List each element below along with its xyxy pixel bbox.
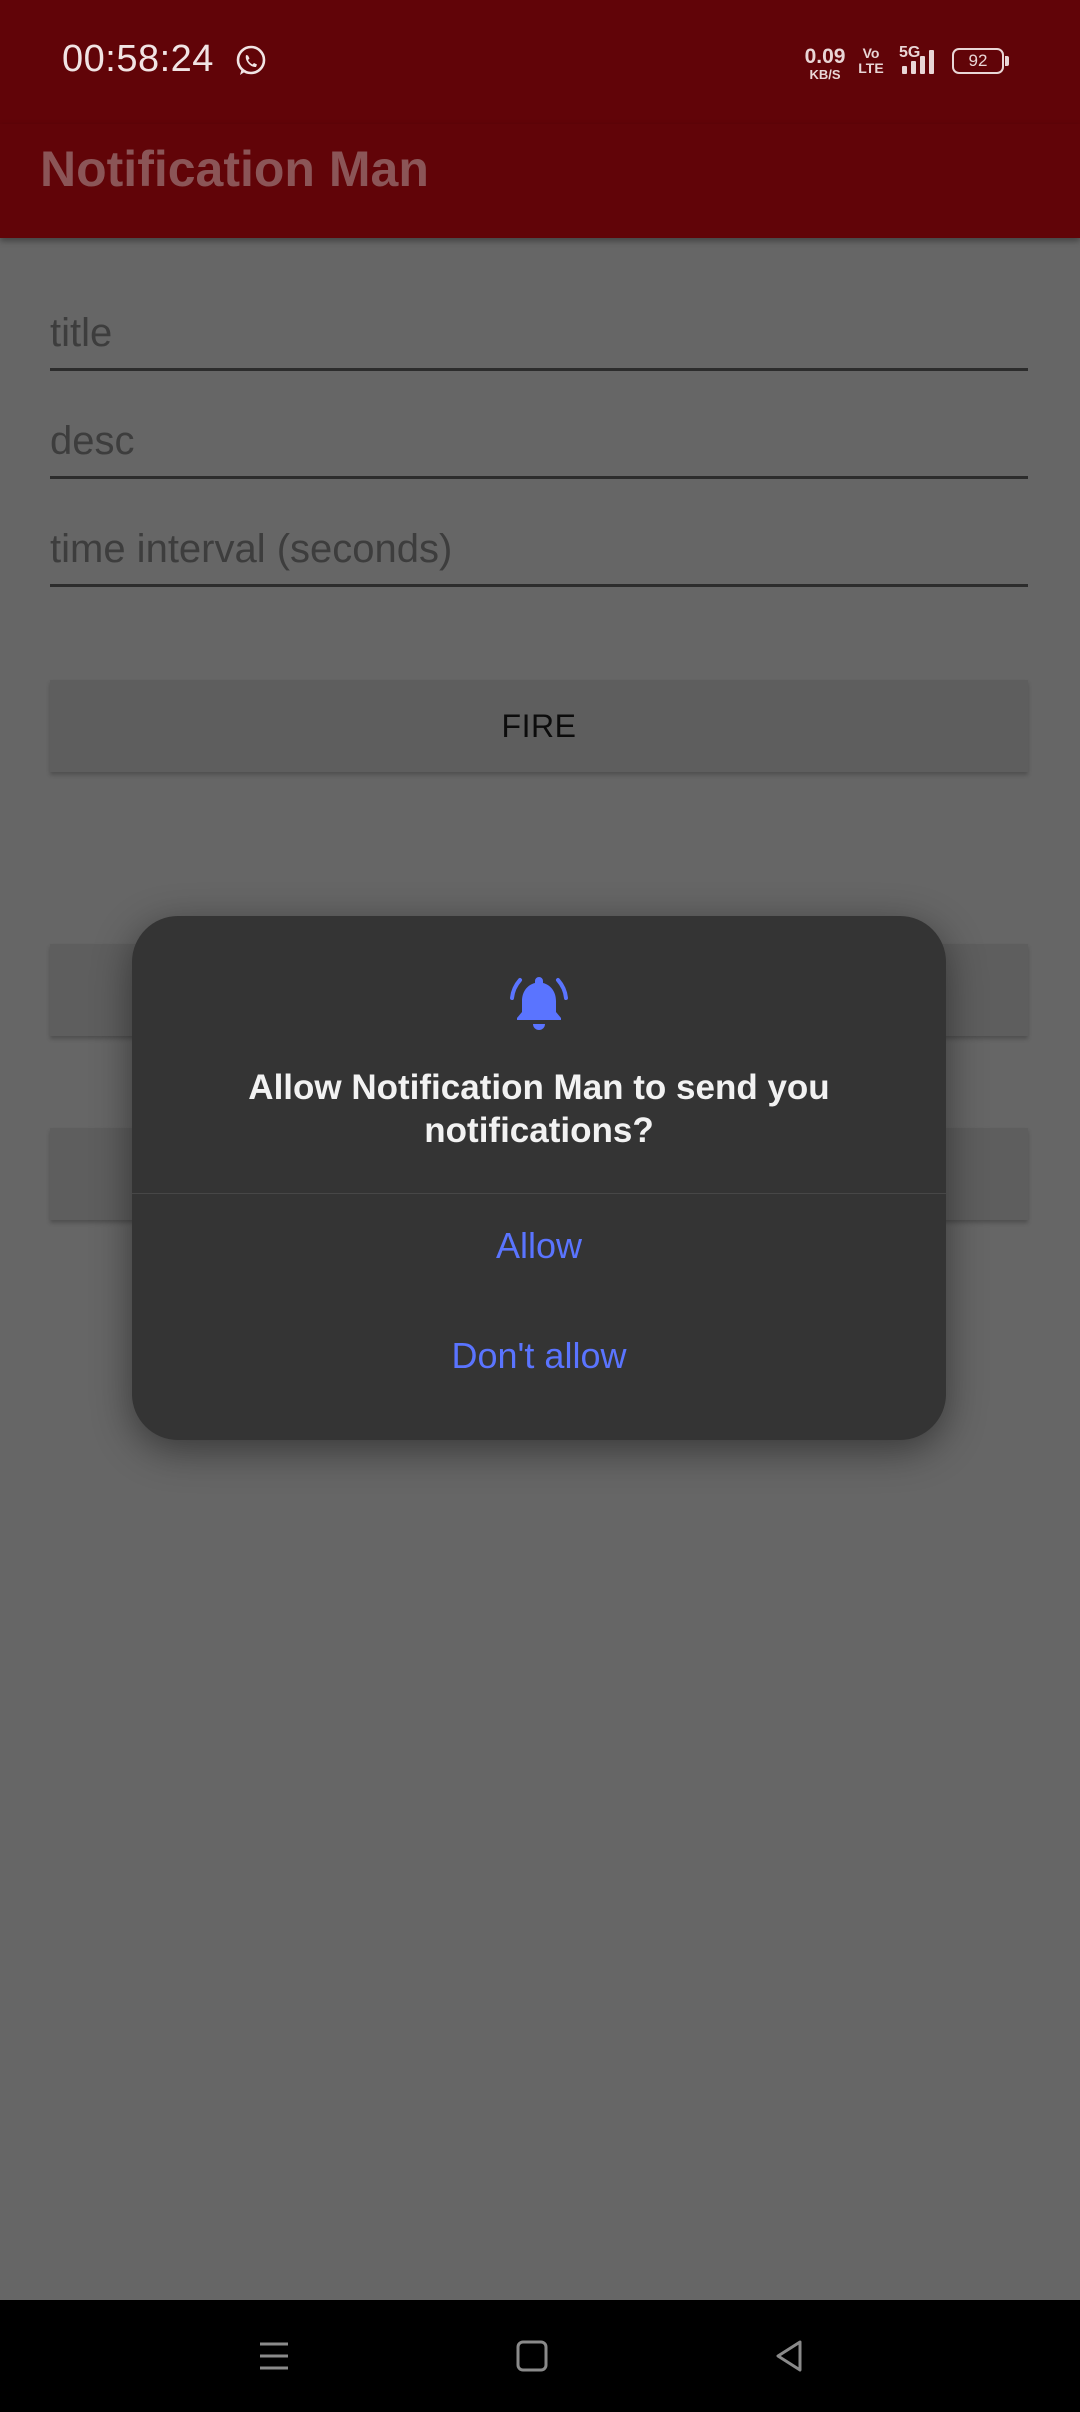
battery-icon: 92 <box>952 48 1010 76</box>
signal-icon <box>902 50 934 74</box>
network-speed-value: 0.09 <box>804 45 846 68</box>
dont-allow-button[interactable]: Don't allow <box>132 1304 946 1408</box>
whatsapp-icon <box>236 45 266 75</box>
volte-bottom: LTE <box>858 60 884 76</box>
back-icon[interactable] <box>768 2334 812 2378</box>
title-input[interactable] <box>50 298 1028 368</box>
status-time: 00:58:24 <box>62 38 214 80</box>
title-field[interactable] <box>50 298 1028 371</box>
allow-button[interactable]: Allow <box>132 1194 946 1298</box>
interval-input[interactable] <box>50 514 1028 584</box>
network-speed-unit: KB/S <box>809 67 841 82</box>
battery-tip <box>1005 56 1009 66</box>
status-bar: 00:58:24 0.09 KB/S Vo LTE 5G 92 <box>0 0 1080 124</box>
interval-field[interactable] <box>50 514 1028 587</box>
volte-top: Vo <box>862 45 880 61</box>
desc-input[interactable] <box>50 406 1028 476</box>
dialog-message: Allow Notification Man to send you notif… <box>248 1068 830 1150</box>
app-bar: Notification Man <box>0 124 1080 238</box>
permission-dialog: Allow Notification Man to send you notif… <box>132 916 946 1440</box>
volte-indicator: Vo LTE <box>856 46 886 76</box>
navigation-bar <box>0 2300 1080 2412</box>
home-icon[interactable] <box>510 2334 554 2378</box>
network-speed: 0.09 KB/S <box>800 46 850 81</box>
desc-field[interactable] <box>50 406 1028 479</box>
bell-ringing-icon <box>510 977 568 1030</box>
menu-icon[interactable] <box>252 2334 296 2378</box>
battery-level: 92 <box>952 48 1004 74</box>
app-title: Notification Man <box>40 141 429 197</box>
fire-button[interactable]: FIRE <box>50 680 1028 772</box>
